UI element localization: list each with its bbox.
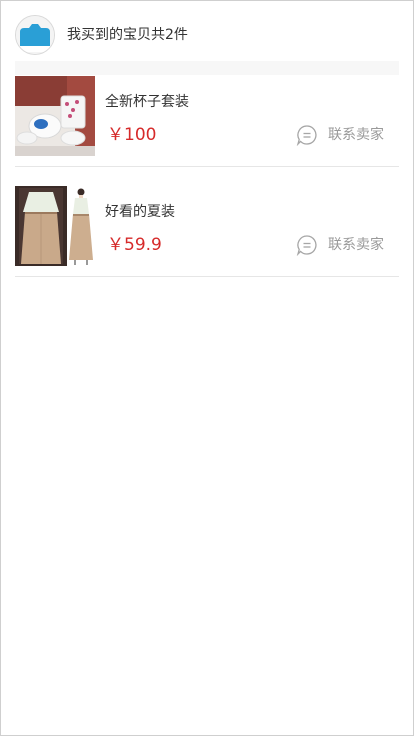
item-price: ￥100	[107, 125, 157, 145]
avatar-placeholder-icon[interactable]	[15, 15, 55, 55]
purchased-item[interactable]: 全新杯子套装 ￥100 联系卖家	[15, 76, 399, 167]
order-header: 我买到的宝贝共2件	[15, 15, 188, 55]
cup-set-photo[interactable]	[15, 76, 95, 156]
page-frame: 我买到的宝贝共2件 全新杯子套装 ￥100 联系卖家 好看的夏装 ￥59.9 联…	[0, 0, 414, 736]
item-price: ￥59.9	[107, 235, 162, 255]
contact-seller-label: 联系卖家	[328, 237, 384, 253]
contact-seller-label: 联系卖家	[328, 127, 384, 143]
chat-bubble-icon	[296, 234, 318, 256]
item-name[interactable]: 全新杯子套装	[105, 92, 189, 112]
purchase-count-title: 我买到的宝贝共2件	[67, 27, 188, 43]
contact-seller-button[interactable]: 联系卖家	[296, 233, 384, 257]
item-name[interactable]: 好看的夏装	[105, 202, 175, 222]
header-divider-band	[15, 61, 399, 75]
chat-bubble-icon	[296, 124, 318, 146]
purchased-item[interactable]: 好看的夏装 ￥59.9 联系卖家	[15, 186, 399, 277]
contact-seller-button[interactable]: 联系卖家	[296, 123, 384, 147]
summer-outfit-photo[interactable]	[15, 186, 95, 266]
